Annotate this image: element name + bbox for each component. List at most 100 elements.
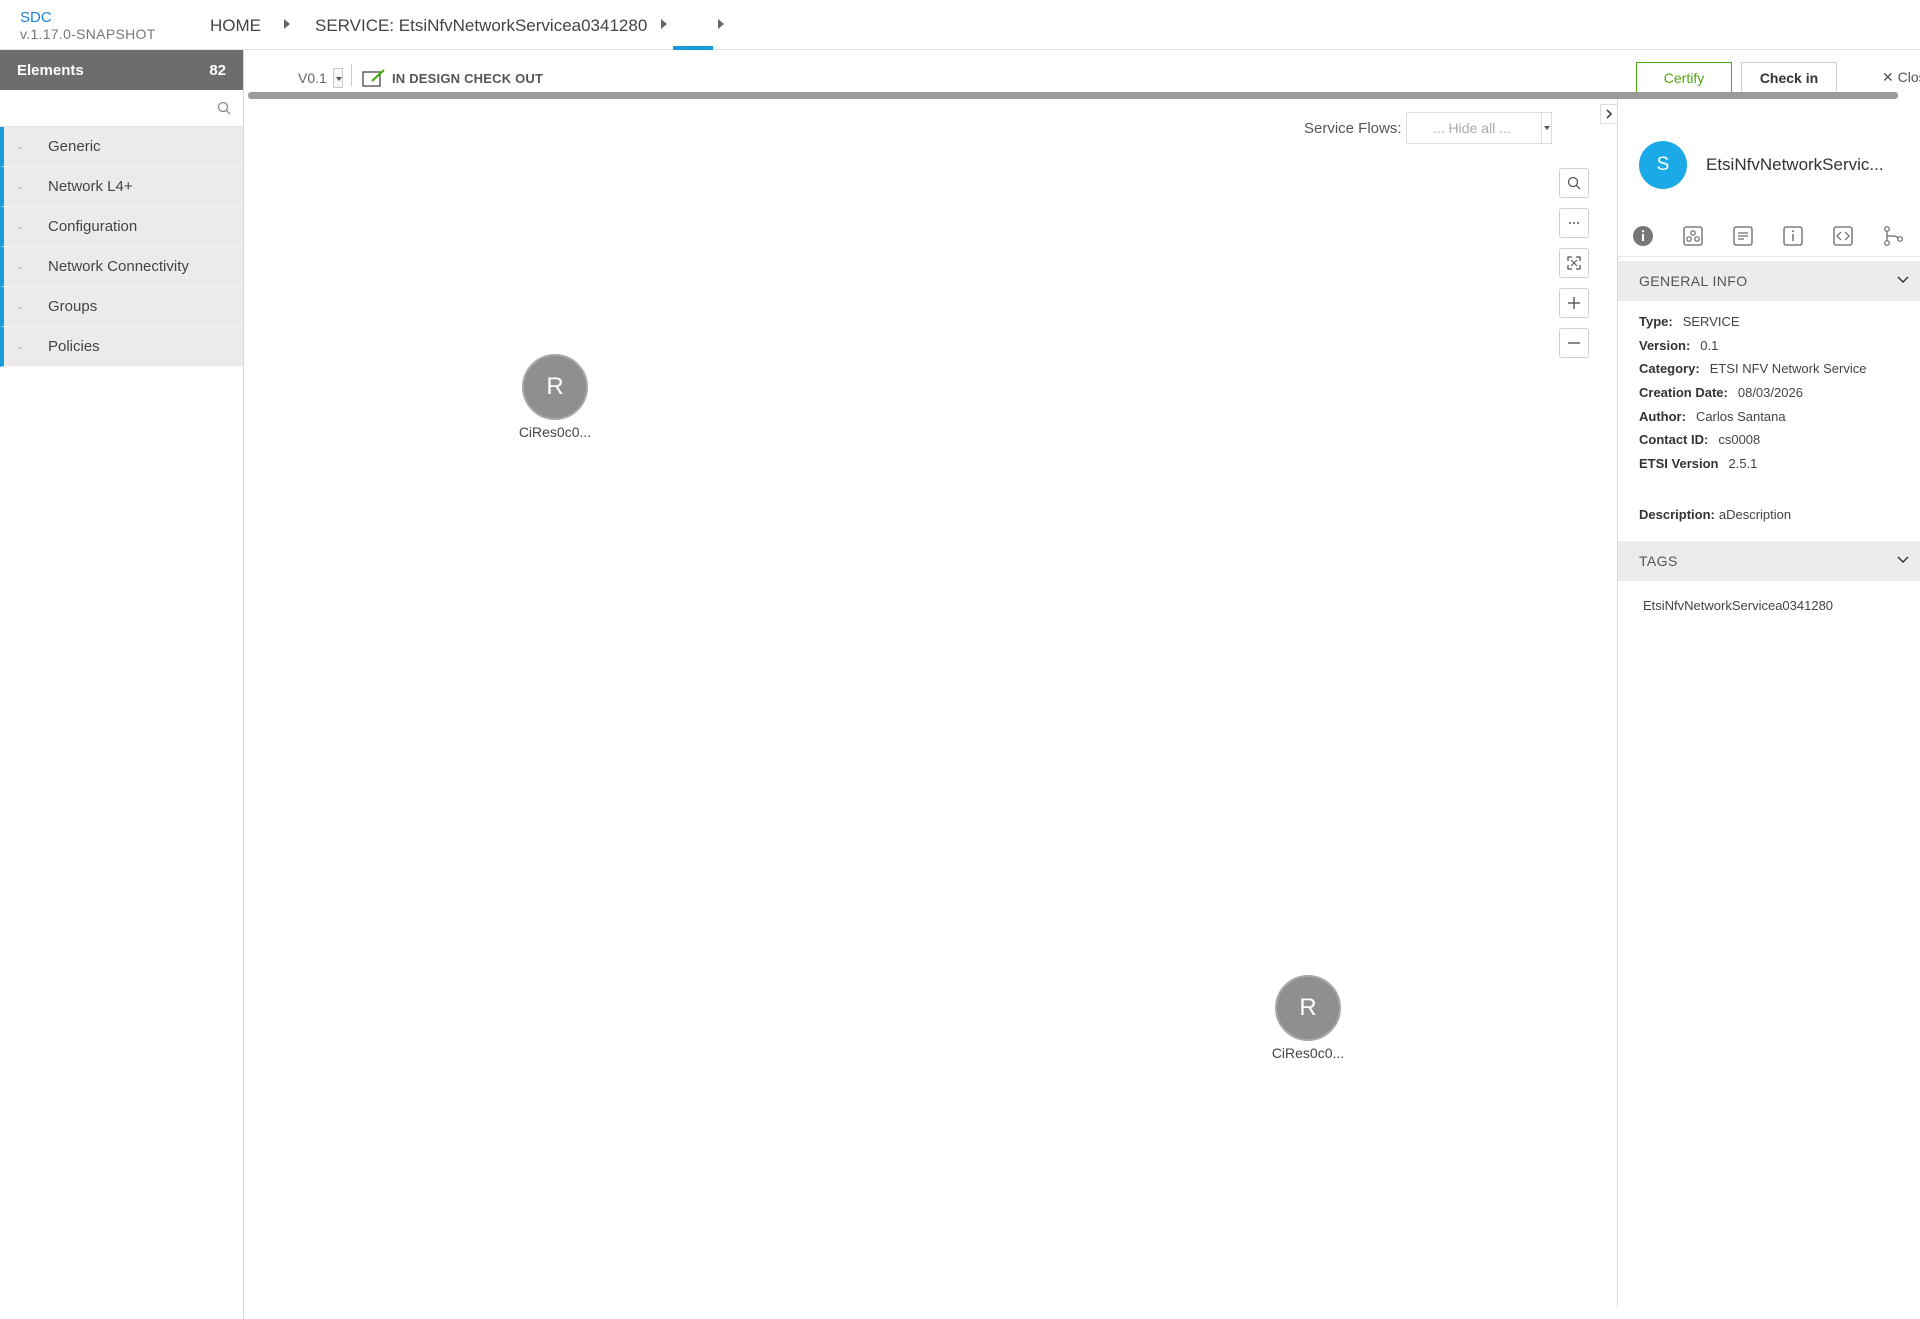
zoom-in-button[interactable] xyxy=(1559,288,1589,318)
tab-info[interactable] xyxy=(1631,224,1655,248)
category-label: Configuration xyxy=(48,218,138,235)
canvas-search-button[interactable] xyxy=(1559,168,1589,198)
info-category-value: ETSI NFV Network Service xyxy=(1709,361,1867,376)
info-version: Version: 0.1 xyxy=(1639,338,1718,353)
horizontal-scrollbar[interactable] xyxy=(248,92,1898,99)
palette-search-input[interactable] xyxy=(0,90,244,127)
tag-item: EtsiNfvNetworkServicea0341280 xyxy=(1643,598,1834,613)
info-creation-value: 08/03/2026 xyxy=(1737,385,1803,400)
info-contact-value: cs0008 xyxy=(1718,432,1761,447)
details-tabs xyxy=(1618,215,1920,257)
category-label: Generic xyxy=(48,138,101,155)
node-circle[interactable]: R xyxy=(522,354,588,420)
chevron-down-icon xyxy=(1897,276,1909,284)
app-version: v.1.17.0-SNAPSHOT xyxy=(20,26,156,42)
palette-category-generic[interactable]: - Generic xyxy=(0,127,243,167)
tab-properties[interactable] xyxy=(1781,224,1805,248)
node-label: CiRes0c0... xyxy=(518,424,592,440)
category-label: Network L4+ xyxy=(48,178,133,195)
workspace-toolbar: V0.1 IN DESIGN CHECK OUT Certify Check i… xyxy=(244,50,1920,93)
canvas-node[interactable]: R CiRes0c0... xyxy=(505,354,605,440)
info-type-label: Type: xyxy=(1639,314,1673,329)
expand-dash-icon: - xyxy=(18,179,22,194)
palette-category-network-l4[interactable]: - Network L4+ xyxy=(0,167,243,207)
palette-category-configuration[interactable]: - Configuration xyxy=(0,207,243,247)
service-flows-select[interactable]: ... Hide all ... xyxy=(1406,112,1552,144)
breadcrumb-home[interactable]: HOME xyxy=(210,16,261,36)
info-author: Author: Carlos Santana xyxy=(1639,409,1786,424)
info-contact-label: Contact ID: xyxy=(1639,432,1709,447)
breadcrumb-arrow-icon[interactable] xyxy=(718,19,724,29)
expand-dash-icon: - xyxy=(18,339,22,354)
version-select[interactable]: V0.1 xyxy=(298,70,327,86)
info-icon xyxy=(1633,226,1653,246)
composition-canvas[interactable]: Service Flows: ... Hide all ... R CiRes0… xyxy=(244,99,1617,1307)
collapse-panel-button[interactable] xyxy=(1600,104,1618,124)
palette-title: Elements xyxy=(17,61,84,79)
expand-dash-icon: - xyxy=(18,139,22,154)
zoom-in-icon xyxy=(1568,297,1580,309)
breadcrumb-service[interactable]: SERVICE: EtsiNfvNetworkServicea0341280 xyxy=(315,16,647,36)
palette-category-policies[interactable]: - Policies xyxy=(0,327,243,367)
lifecycle-status: IN DESIGN CHECK OUT xyxy=(392,71,544,86)
check-in-button[interactable]: Check in xyxy=(1741,62,1837,93)
canvas-fit-button[interactable] xyxy=(1559,248,1589,278)
general-info-header[interactable]: GENERAL INFO xyxy=(1618,261,1920,301)
breadcrumb-arrow-icon[interactable] xyxy=(284,19,290,29)
info-etsi-version: ETSI Version 2.5.1 xyxy=(1639,456,1757,471)
info-description-label: Description: xyxy=(1639,507,1715,522)
chevron-down-icon xyxy=(1541,113,1551,143)
tab-list[interactable] xyxy=(1731,224,1755,248)
service-avatar: S xyxy=(1639,141,1687,189)
info-contact-id: Contact ID: cs0008 xyxy=(1639,432,1760,447)
info-creation-date: Creation Date: 08/03/2026 xyxy=(1639,385,1803,400)
deployment-icon xyxy=(1683,226,1703,246)
canvas-node[interactable]: R CiRes0c0... xyxy=(1258,975,1358,1061)
checkout-edit-icon xyxy=(362,69,385,87)
certify-button[interactable]: Certify xyxy=(1636,62,1732,93)
info-author-value: Carlos Santana xyxy=(1695,409,1786,424)
info-etsi-value: 2.5.1 xyxy=(1728,456,1758,471)
close-button[interactable]: ✕ Close xyxy=(1882,69,1920,89)
zoom-out-button[interactable] xyxy=(1559,328,1589,358)
palette-category-groups[interactable]: - Groups xyxy=(0,287,243,327)
more-icon xyxy=(1569,222,1579,224)
top-header: SDC v.1.17.0-SNAPSHOT HOME SERVICE: Etsi… xyxy=(0,0,1920,50)
palette-header: Elements 82 xyxy=(0,50,243,90)
toolbar-divider xyxy=(351,64,352,86)
palette-count: 82 xyxy=(209,61,226,79)
fit-icon xyxy=(1567,256,1581,270)
paths-icon xyxy=(1884,226,1903,246)
info-description: Description: aDescription xyxy=(1639,507,1791,522)
chevron-down-icon xyxy=(1897,556,1909,564)
info-etsi-label: ETSI Version xyxy=(1639,456,1719,471)
search-icon[interactable] xyxy=(217,101,231,115)
general-info-title: GENERAL INFO xyxy=(1639,273,1748,289)
version-dropdown-caret-icon[interactable] xyxy=(333,68,343,88)
palette-search xyxy=(0,90,244,127)
breadcrumb-arrow-icon[interactable] xyxy=(661,19,667,29)
canvas-more-button[interactable] xyxy=(1559,208,1589,238)
info-category: Category: ETSI NFV Network Service xyxy=(1639,361,1866,376)
palette-category-network-connectivity[interactable]: - Network Connectivity xyxy=(0,247,243,287)
expand-dash-icon: - xyxy=(18,219,22,234)
tab-deployment[interactable] xyxy=(1681,224,1705,248)
details-panel: S EtsiNfvNetworkServic... GENERAL INFO T… xyxy=(1617,99,1920,1307)
code-icon xyxy=(1833,226,1853,246)
tab-paths[interactable] xyxy=(1881,224,1905,248)
category-label: Network Connectivity xyxy=(48,258,189,275)
category-label: Groups xyxy=(48,298,98,315)
chevron-right-icon xyxy=(1606,109,1613,119)
elements-palette: Elements 82 - Generic - Network L4+ - Co… xyxy=(0,50,244,1319)
service-flows-label: Service Flows: xyxy=(1304,120,1402,137)
app-logo[interactable]: SDC v.1.17.0-SNAPSHOT xyxy=(20,10,156,43)
info-creation-label: Creation Date: xyxy=(1639,385,1728,400)
info-description-value: aDescription xyxy=(1718,507,1792,522)
zoom-out-icon xyxy=(1568,342,1580,344)
tags-header[interactable]: TAGS xyxy=(1618,541,1920,581)
tags-title: TAGS xyxy=(1639,553,1678,569)
tab-code[interactable] xyxy=(1831,224,1855,248)
info-version-label: Version: xyxy=(1639,338,1691,353)
close-icon: ✕ xyxy=(1882,69,1898,85)
node-circle[interactable]: R xyxy=(1275,975,1341,1041)
